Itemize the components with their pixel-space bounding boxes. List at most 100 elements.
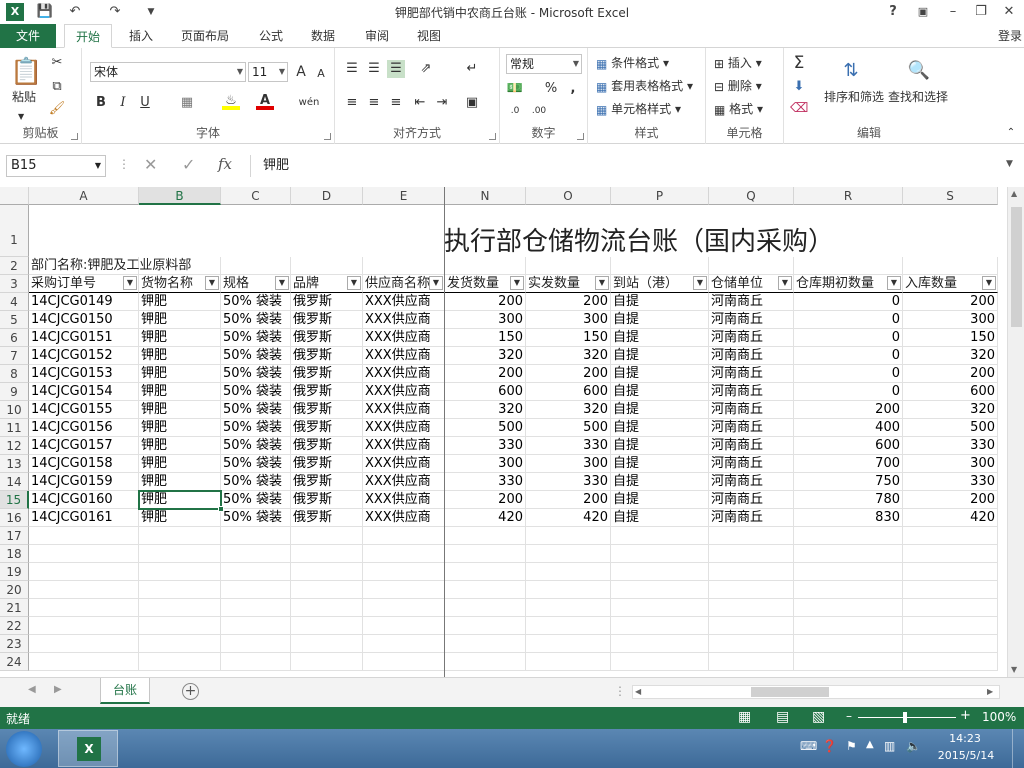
data-cell[interactable]: 330 (903, 473, 998, 491)
data-cell[interactable]: 0 (794, 293, 903, 311)
grid-cell[interactable] (903, 635, 998, 653)
data-cell[interactable]: 钾肥 (139, 329, 221, 347)
data-cell[interactable]: 14CJCG0156 (29, 419, 139, 437)
align-center-icon[interactable]: ≡ (365, 94, 383, 112)
grid-cell[interactable] (794, 545, 903, 563)
row-header[interactable]: 17 (0, 527, 29, 545)
align-left-icon[interactable]: ≡ (343, 94, 361, 112)
font-launcher-icon[interactable] (324, 133, 331, 140)
data-cell[interactable]: 320 (526, 347, 611, 365)
comma-style-icon[interactable]: , (564, 80, 582, 98)
data-cell[interactable]: 0 (794, 383, 903, 401)
grid-cell[interactable] (709, 635, 794, 653)
grid-cell[interactable] (291, 581, 363, 599)
grid-cell[interactable] (526, 257, 611, 275)
grid-cell[interactable] (526, 527, 611, 545)
grid-cell[interactable] (221, 545, 291, 563)
data-cell[interactable]: 330 (526, 437, 611, 455)
data-cell[interactable]: 50% 袋装 (221, 311, 291, 329)
column-title[interactable]: 到站（港） ▼ (611, 275, 709, 293)
column-header-n[interactable]: N (445, 187, 526, 205)
align-bottom-icon[interactable]: ☰ (387, 60, 405, 78)
row-header[interactable]: 3 (0, 275, 29, 293)
clear-icon[interactable]: ⌫ (790, 100, 808, 118)
grid-cell[interactable] (29, 563, 139, 581)
alignment-launcher-icon[interactable] (489, 133, 496, 140)
grid-cell[interactable] (794, 563, 903, 581)
data-cell[interactable]: 200 (445, 491, 526, 509)
row-header[interactable]: 2 (0, 257, 29, 275)
filter-dropdown-icon[interactable]: ▼ (123, 276, 137, 290)
copy-icon[interactable]: ⧉ (48, 78, 66, 96)
fill-handle[interactable] (218, 506, 224, 512)
tab-data[interactable]: 数据 (300, 24, 346, 48)
zoom-slider[interactable] (858, 717, 956, 718)
restore-button[interactable]: ❐ (970, 2, 992, 22)
data-cell[interactable]: XXX供应商 (363, 347, 445, 365)
data-cell[interactable]: 0 (794, 311, 903, 329)
data-cell[interactable]: 200 (445, 365, 526, 383)
column-header-a[interactable]: A (29, 187, 139, 205)
data-cell[interactable]: 320 (903, 401, 998, 419)
zoom-in-icon[interactable]: + (960, 708, 971, 723)
data-cell[interactable]: 330 (445, 437, 526, 455)
grid-cell[interactable] (611, 563, 709, 581)
data-cell[interactable]: 200 (794, 401, 903, 419)
grid-cell[interactable] (363, 617, 445, 635)
data-cell[interactable]: 200 (526, 491, 611, 509)
sort-filter-icon[interactable]: ⇅ (838, 58, 864, 84)
column-header-s[interactable]: S (903, 187, 998, 205)
data-cell[interactable]: 14CJCG0161 (29, 509, 139, 527)
help-tray-icon[interactable]: ❓ (822, 739, 837, 753)
row-header[interactable]: 4 (0, 293, 29, 311)
decrease-font-icon[interactable]: A (312, 65, 330, 83)
horizontal-scrollbar[interactable]: ◀ ▶ (632, 685, 1000, 699)
grid-cell[interactable] (29, 545, 139, 563)
next-sheet-icon[interactable]: ▶ (54, 684, 62, 695)
data-cell[interactable]: 830 (794, 509, 903, 527)
data-cell[interactable]: 钾肥 (139, 383, 221, 401)
grid-cell[interactable] (526, 599, 611, 617)
grid-cell[interactable] (903, 599, 998, 617)
row-header[interactable]: 18 (0, 545, 29, 563)
filter-dropdown-icon[interactable]: ▼ (887, 276, 901, 290)
row-header[interactable]: 23 (0, 635, 29, 653)
data-cell[interactable]: 自提 (611, 383, 709, 401)
underline-button[interactable]: U (136, 94, 154, 112)
worksheet-grid[interactable]: A B C D E N O P Q R S 1 2 3 4 5 6 7 8 9 10 11 12 13 14 15 16 17 18 19… (0, 187, 1007, 677)
row-header[interactable]: 7 (0, 347, 29, 365)
fill-color-icon[interactable]: ♨ (222, 92, 240, 110)
data-cell[interactable]: 400 (794, 419, 903, 437)
paste-button[interactable]: 粘贴 (12, 88, 36, 106)
find-select-button[interactable]: 查找和选择 (888, 88, 948, 106)
grid-cell[interactable] (903, 563, 998, 581)
scroll-down-icon[interactable]: ▼ (1011, 665, 1017, 674)
column-title[interactable]: 品牌 ▼ (291, 275, 363, 293)
data-cell[interactable]: 320 (526, 401, 611, 419)
sort-filter-button[interactable]: 排序和筛选 (824, 88, 884, 106)
collapse-ribbon-icon[interactable]: ⌃ (1002, 124, 1020, 142)
grid-cell[interactable] (291, 545, 363, 563)
data-cell[interactable]: 俄罗斯 (291, 329, 363, 347)
data-cell[interactable]: 420 (445, 509, 526, 527)
data-cell[interactable]: 14CJCG0149 (29, 293, 139, 311)
row-header[interactable]: 11 (0, 419, 29, 437)
page-break-view-icon[interactable]: ▧ (812, 709, 825, 725)
data-cell[interactable]: 420 (903, 509, 998, 527)
row-header[interactable]: 21 (0, 599, 29, 617)
data-cell[interactable]: XXX供应商 (363, 419, 445, 437)
grid-cell[interactable] (709, 257, 794, 275)
column-header-r[interactable]: R (794, 187, 903, 205)
grid-cell[interactable] (221, 635, 291, 653)
select-all-corner[interactable] (0, 187, 29, 205)
grid-cell[interactable] (363, 635, 445, 653)
data-cell[interactable]: 河南商丘 (709, 437, 794, 455)
keyboard-icon[interactable]: ⌨ (800, 739, 817, 753)
data-cell[interactable]: 河南商丘 (709, 419, 794, 437)
formula-input[interactable]: 钾肥 (250, 155, 1020, 177)
data-cell[interactable]: 俄罗斯 (291, 401, 363, 419)
align-right-icon[interactable]: ≡ (387, 94, 405, 112)
data-cell[interactable]: 330 (903, 437, 998, 455)
cell-styles-button[interactable]: ▦ 单元格样式 ▾ (596, 100, 681, 119)
data-cell[interactable]: 14CJCG0159 (29, 473, 139, 491)
